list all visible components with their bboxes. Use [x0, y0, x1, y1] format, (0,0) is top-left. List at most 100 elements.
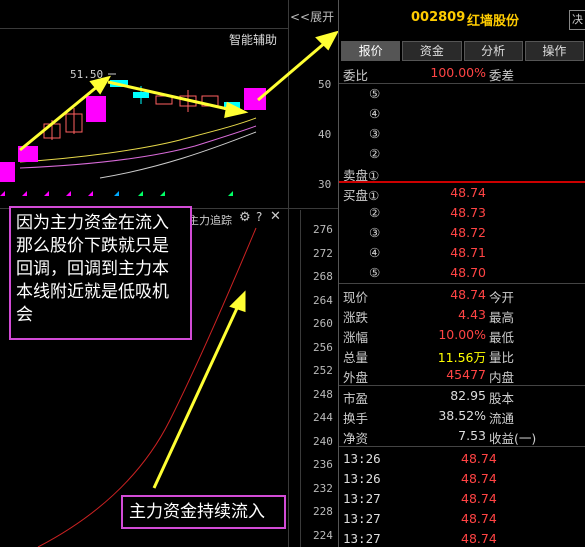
- tab-operate[interactable]: 操作: [524, 41, 584, 61]
- tab-analysis[interactable]: 分析: [463, 41, 523, 61]
- candle-down: [133, 92, 149, 98]
- tick-time: 13:27: [343, 531, 381, 546]
- flow-axis-label: 260: [313, 317, 333, 330]
- candle-up: [86, 96, 106, 122]
- flow-axis-label: 268: [313, 270, 333, 283]
- quote-tabs: 报价 资金 分析 操作: [341, 41, 585, 61]
- weicha-label: 委差: [489, 68, 515, 83]
- tick-time: 13:26: [343, 451, 381, 466]
- close-icon[interactable]: ✕: [270, 209, 281, 224]
- buy-level-label: ⑤: [369, 265, 381, 280]
- tick-row: 13:27 48.74: [339, 529, 585, 547]
- sell-level-4: ④: [339, 104, 585, 124]
- divider: [339, 446, 585, 447]
- stat-label: 净资: [343, 431, 369, 446]
- tick-price: 48.74: [461, 531, 497, 546]
- tick-time: 13:27: [343, 491, 381, 506]
- buy-level-label: ②: [369, 205, 381, 220]
- stat-value: 48.74: [450, 287, 486, 302]
- buy-level-label: 买盘①: [343, 188, 380, 203]
- buy-level-1: 买盘① 48.74: [339, 183, 585, 203]
- tick-row: 13:26 48.74: [339, 469, 585, 489]
- stat-row: 净资 7.53 收益(一): [339, 426, 585, 446]
- stat-label: 最高: [489, 310, 515, 325]
- stat-row: 换手 38.52% 流通: [339, 406, 585, 426]
- flow-axis-label: 224: [313, 529, 333, 542]
- stock-name: 红墙股份: [467, 14, 520, 29]
- buy-price: 48.73: [450, 205, 486, 220]
- stat-label: 换手: [343, 411, 369, 426]
- buy-level-5: ⑤ 48.70: [339, 263, 585, 283]
- sell-level-3: ③: [339, 124, 585, 144]
- tick-price: 48.74: [461, 471, 497, 486]
- flow-axis-label: 232: [313, 482, 333, 495]
- tab-funds[interactable]: 资金: [402, 41, 462, 61]
- flow-axis: 276 272 268 264 260 256 252 248 244 240 …: [301, 210, 338, 547]
- divider: [339, 283, 585, 284]
- flow-axis-label: 248: [313, 388, 333, 401]
- buy-price: 48.72: [450, 225, 486, 240]
- stat-label: 涨跌: [343, 310, 369, 325]
- tick-time: 13:27: [343, 511, 381, 526]
- stat-label: 现价: [343, 290, 369, 305]
- sell-level-2: ②: [339, 144, 585, 164]
- stat-label: 总量: [343, 350, 369, 365]
- sell-level-label: ④: [369, 106, 381, 121]
- annotation-note-inflow: 主力资金持续流入: [121, 495, 286, 529]
- buy-level-2: ② 48.73: [339, 203, 585, 223]
- gear-icon[interactable]: ⚙: [239, 210, 251, 225]
- sell-level-label: ⑤: [369, 86, 381, 101]
- annotation-note-pullback: 因为主力资金在流入那么股价下跌就只是回调，回调到主力本本线附近就是低吸机会: [9, 206, 192, 340]
- weibi-label: 委比: [343, 68, 369, 83]
- flow-axis-label: 240: [313, 435, 333, 448]
- stat-row: 外盘 45477 内盘: [339, 365, 585, 385]
- ma-line-white: [99, 131, 257, 179]
- stat-label: 外盘: [343, 370, 369, 385]
- tick-row: 13:27 48.74: [339, 489, 585, 509]
- stat-value: 7.53: [458, 428, 486, 443]
- stat-value: 4.43: [458, 307, 486, 322]
- tab-quote[interactable]: 报价: [341, 41, 401, 61]
- tick-price: 48.74: [461, 511, 497, 526]
- stat-label: 流通: [489, 411, 515, 426]
- buy-price: 48.74: [450, 185, 486, 200]
- stat-value: 10.00%: [438, 327, 486, 342]
- sell-level-1: 卖盘①: [339, 163, 585, 183]
- buy-level-label: ④: [369, 245, 381, 260]
- stat-value: 11.56万: [437, 350, 486, 365]
- stat-row: 涨幅 10.00% 最低: [339, 325, 585, 345]
- decide-button[interactable]: 决: [569, 10, 585, 30]
- flow-axis-label: 264: [313, 294, 333, 307]
- chart-area[interactable]: <<展开 智能辅助 50 40 30 51.50 主力追踪 ⚙ ? ✕ 276 …: [0, 0, 338, 547]
- main-flow-title: 主力追踪: [188, 214, 232, 227]
- stat-row: 市盈 82.95 股本: [339, 386, 585, 406]
- ma-line-yellow: [19, 117, 257, 163]
- stat-label: 今开: [489, 290, 515, 305]
- tick-row: 13:27 48.74: [339, 509, 585, 529]
- stat-label: 量比: [489, 350, 515, 365]
- flow-axis-label: 256: [313, 341, 333, 354]
- flow-axis-label: 236: [313, 458, 333, 471]
- stat-label: 最低: [489, 330, 515, 345]
- weibi-value: 100.00%: [430, 65, 486, 80]
- stock-code: 002809: [411, 10, 466, 25]
- tick-price: 48.74: [461, 491, 497, 506]
- flow-axis-label: 244: [313, 411, 333, 424]
- stat-label: 收益(一): [489, 431, 537, 446]
- stat-value: 82.95: [450, 388, 486, 403]
- sell-level-label: ②: [369, 146, 381, 161]
- buy-price: 48.70: [450, 265, 486, 280]
- signal-flags: [0, 191, 233, 196]
- flow-axis-label: 228: [313, 505, 333, 518]
- stat-row: 涨跌 4.43 最高: [339, 305, 585, 325]
- buy-level-4: ④ 48.71: [339, 243, 585, 263]
- buy-price: 48.71: [450, 245, 486, 260]
- candle-up: [0, 162, 15, 182]
- stat-row: 现价 48.74 今开: [339, 285, 585, 305]
- stat-row: 总量 11.56万 量比: [339, 345, 585, 365]
- stat-value: 38.52%: [438, 408, 486, 423]
- sell-level-5: ⑤: [339, 84, 585, 104]
- ma-line-pink: [19, 125, 257, 169]
- quote-header: 002809 红墙股份 决: [339, 0, 585, 38]
- help-icon[interactable]: ?: [256, 210, 262, 224]
